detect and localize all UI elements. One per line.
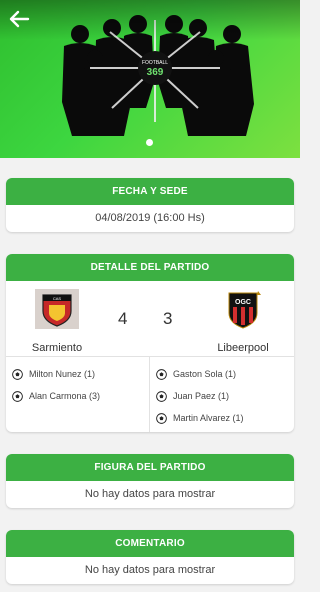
away-scorers-list: Gaston Sola (1) Juan Paez (1) Martin Alv… (156, 363, 244, 429)
soccer-ball-icon (156, 412, 167, 424)
home-scorers-list: Milton Nunez (1) Alan Carmona (3) (12, 363, 100, 407)
svg-text:CAS: CAS (53, 296, 62, 301)
away-scorer: Gaston Sola (1) (156, 363, 244, 385)
away-scorer: Juan Paez (1) (156, 385, 244, 407)
comment-value: No hay datos para mostrar (84, 564, 216, 576)
scorer-name: Milton Nunez (1) (29, 369, 96, 379)
match-detail-card: DETALLE DEL PARTIDO CAS Sarmiento 4 3 OG… (6, 254, 294, 432)
away-score: 3 (163, 309, 173, 328)
carousel-indicator[interactable] (146, 139, 153, 146)
away-team[interactable]: OGC Libeerpool (198, 289, 288, 354)
scoreboard: CAS Sarmiento 4 3 OGC Libeerpool (6, 281, 294, 357)
away-team-name: Libeerpool (217, 342, 269, 354)
comment-title: COMENTARIO (6, 530, 294, 557)
header-banner: FOOTBALL 369 (0, 0, 300, 158)
comment-card: COMENTARIO No hay datos para mostrar (6, 530, 294, 584)
header-shade (0, 0, 300, 40)
scorer-name: Juan Paez (1) (173, 391, 230, 401)
logo-number: 369 (147, 67, 164, 78)
svg-text:OGC: OGC (235, 299, 251, 306)
home-scorer: Milton Nunez (1) (12, 363, 100, 385)
arrow-left-icon[interactable] (8, 10, 30, 28)
goal-scorers: Milton Nunez (1) Alan Carmona (3) Gaston… (6, 357, 294, 432)
scorer-name: Martin Alvarez (1) (173, 413, 244, 423)
scorers-divider (149, 357, 150, 432)
soccer-ball-icon (156, 390, 167, 402)
player-of-match-card: FIGURA DEL PARTIDO No hay datos para mos… (6, 454, 294, 508)
logo-text: FOOTBALL (142, 60, 168, 66)
home-score: 4 (118, 309, 128, 328)
away-scorer: Martin Alvarez (1) (156, 407, 244, 429)
player-of-match-title: FIGURA DEL PARTIDO (6, 454, 294, 481)
soccer-ball-icon (12, 368, 23, 380)
scorer-name: Alan Carmona (3) (29, 391, 101, 401)
date-venue-title: FECHA Y SEDE (6, 178, 294, 205)
soccer-ball-icon (12, 390, 23, 402)
soccer-ball-icon (156, 368, 167, 380)
player-of-match-value: No hay datos para mostrar (84, 488, 216, 500)
home-team[interactable]: CAS Sarmiento (12, 289, 102, 354)
home-scorer: Alan Carmona (3) (12, 385, 100, 407)
home-team-badge: CAS (35, 289, 79, 329)
match-detail-title: DETALLE DEL PARTIDO (6, 254, 294, 281)
scorer-name: Gaston Sola (1) (173, 369, 237, 379)
away-team-badge: OGC (228, 291, 261, 329)
date-venue-value: 04/08/2019 (16:00 Hs) (95, 212, 205, 224)
home-team-name: Sarmiento (31, 342, 83, 354)
date-venue-card: FECHA Y SEDE 04/08/2019 (16:00 Hs) (6, 178, 294, 232)
